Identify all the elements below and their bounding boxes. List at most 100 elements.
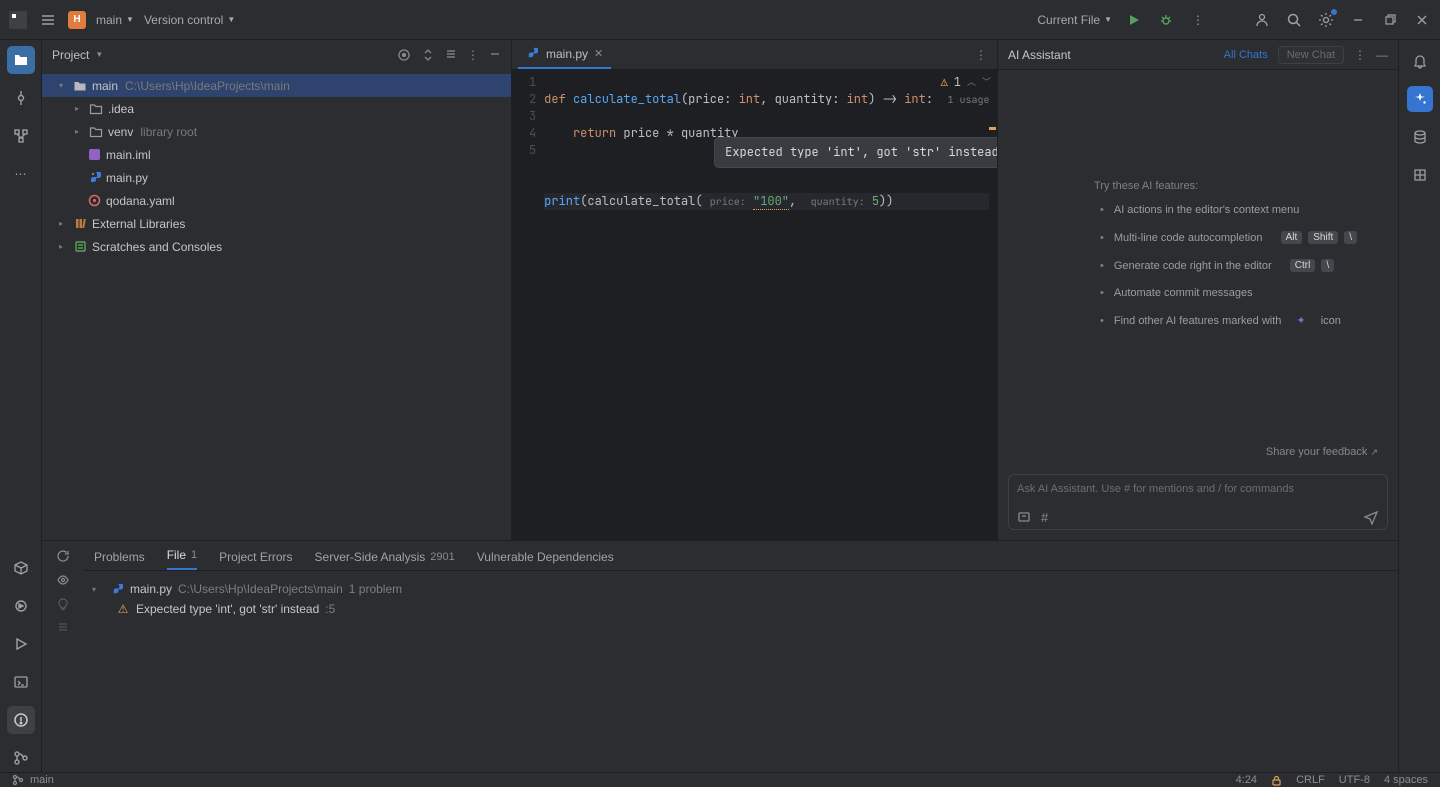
chevron-up-icon[interactable]: ︿: [967, 74, 976, 91]
hide-panel-icon[interactable]: —: [1376, 48, 1388, 62]
file-encoding[interactable]: UTF-8: [1339, 774, 1370, 786]
git-tool-button[interactable]: [7, 744, 35, 772]
tab-server-analysis[interactable]: Server-Side Analysis2901: [315, 550, 455, 570]
close-window-icon[interactable]: [1412, 10, 1432, 30]
expand-icon[interactable]: ▸: [70, 104, 84, 113]
run-config-dropdown[interactable]: Current File ▼: [1037, 13, 1112, 27]
restore-window-icon[interactable]: [1380, 10, 1400, 30]
attach-icon[interactable]: [1017, 510, 1031, 524]
terminal-tool-button[interactable]: [7, 668, 35, 696]
problem-item[interactable]: ⚠ Expected type 'int', got 'str' instead…: [92, 599, 1390, 619]
editor-inspection-widget[interactable]: ⚠ 1 ︿ ﹀: [941, 74, 991, 91]
ai-assistant-tool-button[interactable]: [1407, 86, 1433, 112]
view-options-icon[interactable]: [56, 573, 70, 587]
line-separator[interactable]: CRLF: [1296, 774, 1325, 786]
run-tool-button[interactable]: [7, 630, 35, 658]
new-chat-button[interactable]: New Chat: [1278, 46, 1344, 64]
line-number: 2: [512, 91, 536, 108]
select-opened-file-icon[interactable]: [397, 48, 411, 62]
tree-item-label: qodana.yaml: [106, 194, 175, 208]
code-with-me-icon[interactable]: [1252, 10, 1272, 30]
expand-icon[interactable]: ▾: [92, 585, 104, 594]
expand-icon[interactable]: ▾: [54, 81, 68, 90]
more-actions-icon[interactable]: ⋮: [1188, 10, 1208, 30]
editor-tabs-more-icon[interactable]: ⋮: [975, 48, 997, 62]
structure-tool-button[interactable]: [7, 122, 35, 150]
services-tool-button[interactable]: [7, 592, 35, 620]
readonly-lock-icon[interactable]: [1271, 775, 1282, 786]
main-menu-icon[interactable]: [38, 10, 58, 30]
tree-item-iml[interactable]: main.iml: [42, 143, 511, 166]
hash-icon[interactable]: #: [1041, 510, 1048, 525]
project-panel: Project ▼ ⋮: [42, 40, 512, 540]
editor-body[interactable]: 1 2 3 4 5 def calculate_total(price: int…: [512, 70, 997, 540]
refresh-icon[interactable]: [56, 549, 70, 563]
commit-tool-button[interactable]: [7, 84, 35, 112]
minimize-window-icon[interactable]: [1348, 10, 1368, 30]
ai-more-icon[interactable]: ⋮: [1354, 48, 1366, 62]
kbd-backslash: \: [1344, 231, 1357, 244]
chevron-down-icon: ▼: [1104, 15, 1112, 24]
editor-tab-mainpy[interactable]: main.py ✕: [518, 40, 611, 69]
more-icon[interactable]: ⋮: [467, 48, 479, 62]
debug-button[interactable]: [1156, 10, 1176, 30]
tree-item-idea[interactable]: ▸ .idea: [42, 97, 511, 120]
python-file-icon: [86, 170, 102, 186]
expand-icon[interactable]: ▸: [54, 219, 68, 228]
problems-file-row[interactable]: ▾ main.py C:\Users\Hp\IdeaProjects\main …: [92, 579, 1390, 599]
tree-root[interactable]: ▾ main C:\Users\Hp\IdeaProjects\main: [42, 74, 511, 97]
database-tool-button[interactable]: [1407, 124, 1433, 150]
expand-icon[interactable]: ▸: [70, 127, 84, 136]
python-packages-tool-button[interactable]: [7, 554, 35, 582]
tab-vulnerable-deps[interactable]: Vulnerable Dependencies: [477, 550, 614, 570]
chevron-down-icon[interactable]: ﹀: [982, 74, 991, 91]
tree-item-scratches[interactable]: ▸ Scratches and Consoles: [42, 235, 511, 258]
problem-file-name: main.py: [130, 582, 172, 596]
intention-bulb-icon[interactable]: [56, 597, 70, 611]
problems-tool-button[interactable]: [7, 706, 35, 734]
line-number: 1: [512, 74, 536, 91]
project-dropdown[interactable]: main ▼: [96, 13, 134, 27]
tree-item-venv[interactable]: ▸ venv library root: [42, 120, 511, 143]
chevron-down-icon[interactable]: ▼: [95, 50, 103, 59]
tree-item-mainpy[interactable]: main.py: [42, 166, 511, 189]
left-tool-strip: ⋯: [0, 40, 42, 772]
run-button[interactable]: [1124, 10, 1144, 30]
library-icon: [72, 216, 88, 232]
ai-feedback-link[interactable]: Share your feedback ↗: [1016, 438, 1380, 466]
ai-try-heading: Try these AI features:: [1094, 180, 1380, 192]
more-tools-icon[interactable]: ⋯: [7, 160, 35, 188]
coverage-tool-button[interactable]: [1407, 162, 1433, 188]
notifications-icon[interactable]: [1407, 48, 1433, 74]
tree-item-label: main.iml: [106, 148, 151, 162]
tree-item-external-libs[interactable]: ▸ External Libraries: [42, 212, 511, 235]
expand-all-icon[interactable]: [421, 48, 435, 62]
tab-file[interactable]: File1: [167, 548, 197, 570]
ai-input-box[interactable]: Ask AI Assistant. Use # for mentions and…: [1008, 474, 1388, 530]
tree-item-qodana[interactable]: qodana.yaml: [42, 189, 511, 212]
branch-name[interactable]: main: [30, 774, 54, 786]
project-tool-button[interactable]: [7, 46, 35, 74]
all-chats-link[interactable]: All Chats: [1224, 49, 1268, 61]
close-tab-icon[interactable]: ✕: [594, 47, 603, 60]
settings-icon[interactable]: [1316, 10, 1336, 30]
caret-position[interactable]: 4:24: [1236, 774, 1257, 786]
code-area[interactable]: def calculate_total(price: int, quantity…: [544, 70, 989, 540]
send-icon[interactable]: [1363, 509, 1379, 525]
branch-icon[interactable]: [12, 774, 24, 786]
expand-icon[interactable]: ▸: [54, 242, 68, 251]
yaml-file-icon: [86, 193, 102, 209]
run-config-label: Current File: [1037, 13, 1100, 27]
expand-icon[interactable]: [57, 621, 69, 633]
problems-tabs: Problems File1 Project Errors Server-Sid…: [84, 541, 1398, 571]
folder-icon: [88, 124, 104, 140]
collapse-all-icon[interactable]: [445, 48, 457, 62]
project-badge[interactable]: H: [68, 11, 86, 29]
search-icon[interactable]: [1284, 10, 1304, 30]
hide-panel-icon[interactable]: [489, 48, 501, 62]
indent-config[interactable]: 4 spaces: [1384, 774, 1428, 786]
warning-marker[interactable]: [989, 127, 996, 130]
tab-project-errors[interactable]: Project Errors: [219, 550, 292, 570]
vcs-dropdown[interactable]: Version control ▼: [144, 13, 235, 27]
tab-problems[interactable]: Problems: [94, 550, 145, 570]
